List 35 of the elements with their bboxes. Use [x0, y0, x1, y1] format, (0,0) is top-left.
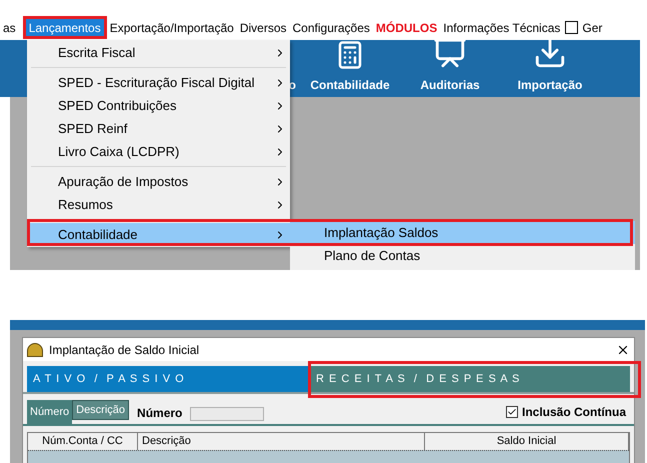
search-label: Número — [137, 405, 182, 422]
dropdown-item[interactable]: SPED - Escrituração Fiscal Digital — [27, 71, 290, 94]
column-header[interactable]: Núm.Conta / CC — [28, 433, 138, 450]
checkbox[interactable] — [506, 406, 518, 418]
toolbar-button[interactable]: Auditorias — [400, 36, 500, 94]
menu-item[interactable]: Lançamentos — [22, 16, 107, 39]
table-row[interactable] — [28, 450, 629, 463]
menu-item[interactable]: as — [0, 16, 19, 39]
search-tab[interactable]: Número — [27, 400, 72, 424]
menu-item[interactable]: Ger — [582, 18, 602, 36]
checkbox-label: Inclusão Contínua — [522, 404, 626, 421]
search-tab[interactable]: Descrição — [72, 400, 130, 420]
column-header[interactable]: Saldo Inicial — [425, 433, 629, 450]
toolbar-button[interactable]: Contabilidade — [300, 40, 400, 94]
dropdown-item[interactable]: Resumos — [27, 193, 290, 216]
menu-item[interactable]: Informações Técnicas — [440, 16, 564, 39]
column-header[interactable]: Descrição — [138, 433, 425, 450]
submenu-item[interactable]: Plano de Contas — [290, 244, 635, 267]
toolbar-button[interactable]: Importação — [500, 36, 600, 94]
checkbox[interactable] — [565, 21, 578, 34]
app-logo-icon — [27, 342, 43, 356]
section-tab[interactable]: A T I V O / P A S S I V O — [27, 366, 310, 392]
search-field[interactable] — [190, 407, 264, 421]
section-tab[interactable]: R E C E I T A S / D E S P E S A S — [310, 366, 630, 392]
dropdown-item[interactable]: Apuração de Impostos — [27, 170, 290, 193]
submenu-item[interactable]: Implantação Saldos — [290, 221, 635, 244]
menu-item[interactable]: MÓDULOS — [372, 16, 440, 39]
dropdown-item[interactable]: SPED Contribuições — [27, 94, 290, 117]
menu-item[interactable]: Exportação/Importação — [106, 16, 237, 39]
dropdown-item[interactable]: SPED Reinf — [27, 117, 290, 140]
menu-item[interactable]: Configurações — [290, 16, 373, 39]
dropdown-item[interactable]: Escrita Fiscal — [27, 41, 290, 64]
menu-item[interactable]: Diversos — [236, 16, 290, 39]
dialog-title: Implantação de Saldo Inicial — [49, 342, 200, 358]
dropdown-item[interactable]: Livro Caixa (LCDPR) — [27, 140, 290, 163]
